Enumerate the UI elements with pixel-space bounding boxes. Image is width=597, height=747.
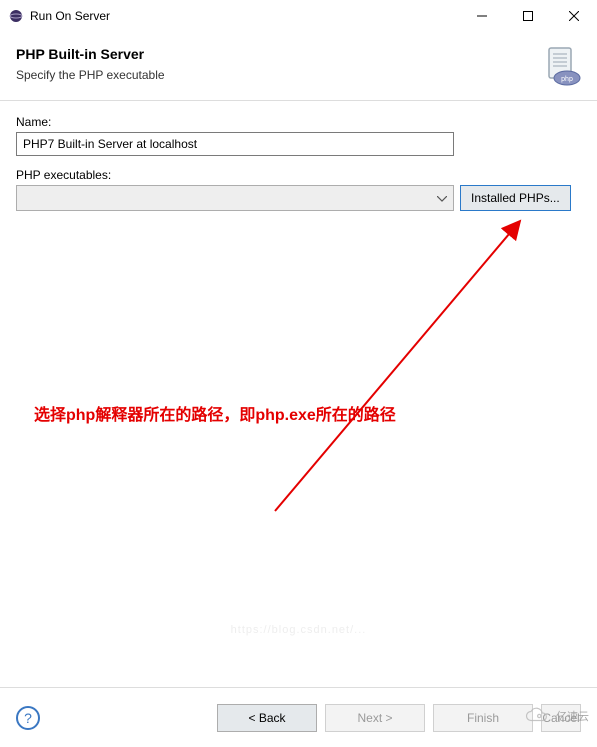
page-title: PHP Built-in Server	[16, 46, 581, 62]
close-button[interactable]	[551, 0, 597, 31]
annotation-text: 选择php解释器所在的路径，即php.exe所在的路径	[34, 401, 396, 425]
titlebar: Run On Server	[0, 0, 597, 32]
cloud-icon	[522, 707, 552, 725]
next-button: Next >	[325, 704, 425, 732]
brand-watermark: 亿速云	[522, 707, 589, 725]
page-subtitle: Specify the PHP executable	[16, 68, 581, 82]
finish-button: Finish	[433, 704, 533, 732]
installed-phps-button[interactable]: Installed PHPs...	[460, 185, 571, 211]
help-icon[interactable]: ?	[16, 706, 40, 730]
executables-label: PHP executables:	[16, 168, 581, 182]
window-controls	[459, 0, 597, 31]
dialog-footer: ? < Back Next > Finish Cancel	[0, 687, 597, 747]
brand-text: 亿速云	[556, 708, 589, 724]
window-title: Run On Server	[30, 9, 459, 23]
server-php-icon: php	[543, 46, 581, 86]
dialog-header: PHP Built-in Server Specify the PHP exec…	[0, 32, 597, 101]
minimize-button[interactable]	[459, 0, 505, 31]
dialog-body: Name: PHP executables: Installed PHPs...…	[0, 101, 597, 686]
maximize-button[interactable]	[505, 0, 551, 31]
chevron-down-icon	[437, 189, 447, 207]
server-name-input[interactable]	[16, 132, 454, 156]
back-button[interactable]: < Back	[217, 704, 317, 732]
name-label: Name:	[16, 115, 581, 129]
annotation-arrow	[225, 211, 555, 521]
php-executable-dropdown[interactable]	[16, 185, 454, 211]
eclipse-icon	[8, 8, 24, 24]
background-watermark: https://blog.csdn.net/...	[0, 624, 597, 636]
svg-text:php: php	[561, 76, 573, 83]
